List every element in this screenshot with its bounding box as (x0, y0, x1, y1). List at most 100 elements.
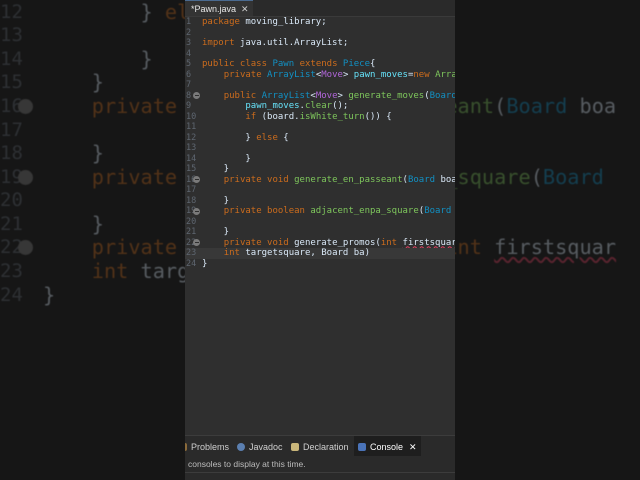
code-line[interactable]: 1 package moving_library; (185, 17, 455, 28)
code-token: else (256, 132, 278, 143)
code-line[interactable]: 16 private void generate_en_passeant(Boa… (185, 175, 455, 186)
javadoc-icon (237, 443, 245, 451)
line-number: 21 (186, 227, 197, 237)
code-line[interactable]: 22 private void generate_promos(int firs… (185, 238, 455, 249)
code-line[interactable]: 5 public class Pawn extends Piece{ (185, 59, 455, 70)
code-token: pawn_moves (245, 101, 300, 111)
code-line[interactable]: 2 (185, 28, 455, 39)
code-token: private void (223, 237, 289, 248)
line-number: 11 (186, 122, 197, 132)
problems-icon (185, 443, 187, 451)
code-line[interactable]: 14 } (185, 154, 455, 165)
code-line[interactable]: 21 } (185, 227, 455, 238)
line-number: 13 (186, 143, 197, 153)
line-number: 18 (186, 195, 197, 206)
code-token: firstsquar (494, 235, 617, 260)
close-icon[interactable]: ✕ (409, 442, 417, 452)
code-token: } (202, 153, 251, 164)
code-line[interactable]: 8 public ArrayList<Move> generate_moves(… (185, 91, 455, 102)
code-token: private (223, 69, 262, 80)
code-line[interactable]: 4 (185, 49, 455, 60)
code-text: } (202, 259, 207, 270)
declaration-icon (291, 443, 299, 451)
code-text: } (43, 71, 104, 95)
code-token: firstsquar (402, 237, 455, 248)
code-text: if (board.isWhite_turn()) { (202, 112, 391, 123)
line-number: 1 (186, 17, 192, 27)
close-icon[interactable]: ✕ (241, 4, 249, 14)
eclipse-editor: *Pawn.java ✕ 1 package moving_library; 2 3 im… (185, 0, 455, 480)
code-token: int (380, 237, 398, 248)
editor-tab-bar: *Pawn.java ✕ (185, 0, 455, 17)
code-token: > (337, 90, 349, 101)
code-token: Board (542, 164, 604, 189)
code-line[interactable]: 6 private ArrayList<Move> pawn_moves=new… (185, 70, 455, 81)
code-token: } (202, 164, 230, 174)
line-number: 5 (186, 59, 192, 69)
code-token: generate_en_passeant (294, 174, 403, 185)
tab-label: Javadoc (249, 442, 283, 452)
code-token: Board (506, 93, 568, 118)
fold-collapse-icon (18, 169, 33, 185)
tab-console[interactable]: Console ✕ (354, 436, 421, 456)
code-token: ArrayList (267, 69, 316, 80)
tab-declaration[interactable]: Declaration (291, 436, 349, 456)
line-number: 17 (0, 118, 23, 141)
bottom-tabs: Problems Javadoc Declaration Console ✕ (185, 436, 455, 456)
code-line[interactable]: 24} (185, 259, 455, 270)
code-text: private ArrayList<Move> pawn_moves=new A… (202, 70, 455, 81)
tab-problems[interactable]: Problems (185, 436, 229, 456)
code-text: private void generate_promos(int firstsq… (202, 238, 455, 249)
bottom-panel: Problems Javadoc Declaration Console ✕ co… (185, 435, 455, 480)
code-token: } (43, 211, 104, 236)
line-number: 7 (186, 80, 192, 90)
code-token: boa (567, 93, 617, 118)
code-text: } (43, 141, 104, 166)
code-line[interactable]: 12 } else { (185, 133, 455, 144)
code-line[interactable]: 13 (185, 143, 455, 154)
code-token: package (202, 17, 240, 27)
tab-javadoc[interactable]: Javadoc (237, 436, 283, 456)
code-text: int targetsquare, Board ba) (202, 248, 370, 259)
code-line[interactable]: 11 (185, 122, 455, 133)
code-line[interactable]: 18 } (185, 196, 455, 207)
code-token: public (223, 90, 257, 101)
code-token: generate_moves (348, 90, 425, 101)
code-text: public class Pawn extends Piece{ (202, 59, 375, 70)
code-line[interactable]: 3 import java.util.ArrayList; (185, 38, 455, 49)
code-text: private boolean adjacent_enpa_square(Boa… (202, 206, 452, 217)
code-token: new (413, 69, 430, 80)
code-token: } (43, 282, 56, 307)
code-text: } (43, 282, 56, 308)
code-line[interactable]: 10 if (board.isWhite_turn()) { (185, 112, 455, 123)
fold-collapse-icon[interactable] (193, 92, 200, 99)
code-line[interactable]: 7 (185, 80, 455, 91)
code-line[interactable]: 15 } (185, 164, 455, 175)
fold-collapse-icon[interactable] (193, 239, 200, 246)
code-token: private void (223, 174, 289, 185)
fold-collapse-icon[interactable] (193, 176, 200, 183)
code-line[interactable]: 20 (185, 217, 455, 228)
code-text: private void generate_en_passeant(Board … (202, 175, 455, 186)
code-line[interactable]: 9 pawn_moves.clear(); (185, 101, 455, 112)
code-token: } (43, 46, 153, 71)
code-text: } (43, 46, 153, 72)
code-token: } (43, 70, 104, 95)
line-number: 10 (186, 111, 197, 122)
line-number: 17 (186, 185, 197, 195)
code-text: } (202, 227, 229, 238)
code-line[interactable]: 23 int targetsquare, Board ba) (185, 248, 455, 259)
code-line[interactable]: 19 private boolean adjacent_enpa_square(… (185, 206, 455, 217)
fold-collapse-icon[interactable] (193, 207, 200, 215)
code-token: Move (321, 69, 343, 80)
code-area[interactable]: 1 package moving_library; 2 3 import java.ut… (185, 17, 455, 269)
code-line[interactable]: 17 (185, 185, 455, 196)
tab-pawn-java[interactable]: *Pawn.java ✕ (185, 0, 253, 16)
